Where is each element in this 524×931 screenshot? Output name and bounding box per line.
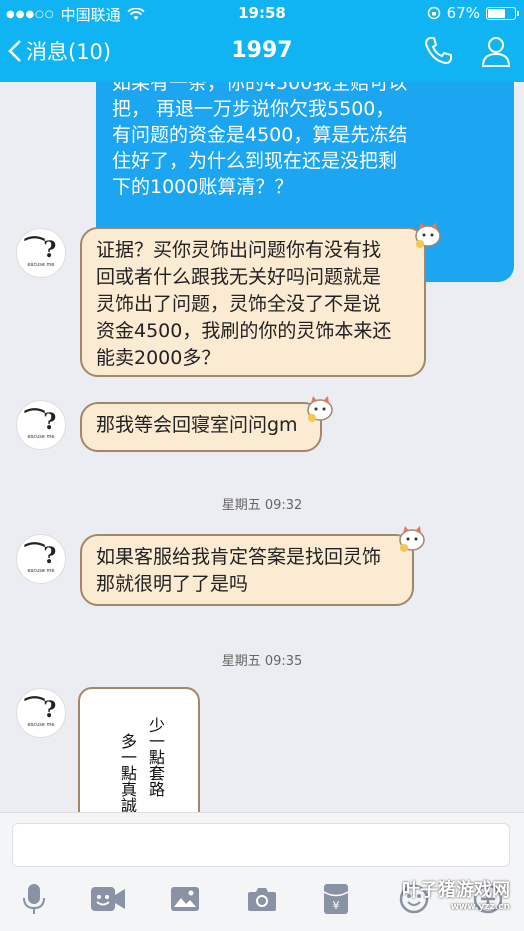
message-line: 资金4500，我刷的你的灵饰本来还 <box>96 320 392 342</box>
contact-message-bubble[interactable]: 那我等会回寝室问问gm <box>80 402 322 452</box>
contact-message-bubble[interactable]: 证据？买你灵饰出问题你有没有找 回或者什么跟我无关好吗问题就是 灵饰出了问题，灵… <box>80 227 426 377</box>
red-packet-icon[interactable]: ¥ <box>316 879 356 919</box>
avatar-caption: excuse me <box>27 721 55 728</box>
calligraphy-text: 少一點套路 <box>146 717 165 797</box>
chat-area[interactable]: 如果有一条，你的4500我全赔可以 把， 再退一万步说你欠我5500， 有问题的… <box>0 82 524 812</box>
calligraphy-text: 多一點真誠 <box>118 733 137 812</box>
cat-decoration-icon <box>399 526 425 552</box>
status-bar: ●●●○○ 中国联通 19:58 67% <box>0 0 524 26</box>
camera-icon[interactable] <box>242 879 282 919</box>
watermark-url: www.yzz.cn <box>450 902 510 912</box>
message-line: 如果客服给我肯定答案是找回灵饰 <box>96 546 382 568</box>
message-line: 回或者什么跟我无关好吗问题就是 <box>96 266 382 288</box>
battery-percent: 67% <box>446 4 480 22</box>
message-line: 如果有一条，你的4500我全赔可以 <box>112 82 408 94</box>
message-line: 有问题的资金是4500，算是先冻结 <box>112 124 408 146</box>
cat-decoration-icon <box>415 222 441 248</box>
cat-decoration-icon <box>307 396 333 422</box>
message-line: 住好了，为什么到现在还是没把剩 <box>112 150 398 172</box>
watermark: 叶子猪游戏网 www.yzz.cn <box>402 876 510 912</box>
contact-message-bubble[interactable]: 如果客服给我肯定答案是找回灵饰 那就很明了了是吗 <box>80 534 414 606</box>
avatar-face-icon: ⁀? <box>25 236 57 263</box>
message-line: 下的1000账算清？？ <box>112 176 294 198</box>
message-line: 证据？买你灵饰出问题你有没有找 <box>96 239 382 261</box>
input-bar: ¥ <box>0 812 524 931</box>
message-text: 那我等会回寝室问问gm <box>96 414 298 436</box>
message-line: 那就很明了了是吗 <box>96 573 249 595</box>
message-input[interactable] <box>12 823 510 867</box>
red-packet-glyph: ¥ <box>333 899 340 912</box>
image-icon[interactable] <box>165 879 205 919</box>
nav-bar: 消息(10) 1997 <box>0 30 524 78</box>
message-line: 把， 再退一万步说你欠我5500， <box>112 98 395 120</box>
contact-avatar[interactable]: ⁀? excuse me <box>16 688 66 738</box>
watermark-text: 叶子猪游戏网 <box>402 880 510 901</box>
image-message[interactable]: 少一點套路 多一點真誠 <box>78 687 200 812</box>
avatar-caption: excuse me <box>27 567 55 574</box>
avatar-caption: excuse me <box>27 261 55 268</box>
profile-icon[interactable] <box>480 34 512 68</box>
timestamp: 星期五 09:32 <box>221 498 303 513</box>
avatar-face-icon: ⁀? <box>25 542 57 569</box>
rotation-lock-icon <box>427 6 440 20</box>
phone-icon[interactable] <box>422 34 454 66</box>
message-line: 能卖2000多？ <box>96 347 221 369</box>
avatar-caption: excuse me <box>27 433 55 440</box>
message-line: 灵饰出了问题，灵饰全没了不是说 <box>96 293 382 315</box>
video-call-icon[interactable] <box>88 879 128 919</box>
avatar-face-icon: ⁀? <box>25 408 57 435</box>
battery-icon <box>486 6 519 20</box>
microphone-icon[interactable] <box>14 879 54 919</box>
avatar-face-icon: ⁀? <box>25 696 57 723</box>
timestamp: 星期五 09:35 <box>221 654 303 669</box>
top-bar: ●●●○○ 中国联通 19:58 67% 消息(10) 1997 <box>0 0 524 82</box>
contact-avatar[interactable]: ⁀? excuse me <box>16 400 66 450</box>
contact-avatar[interactable]: ⁀? excuse me <box>16 228 66 278</box>
contact-avatar[interactable]: ⁀? excuse me <box>16 534 66 584</box>
